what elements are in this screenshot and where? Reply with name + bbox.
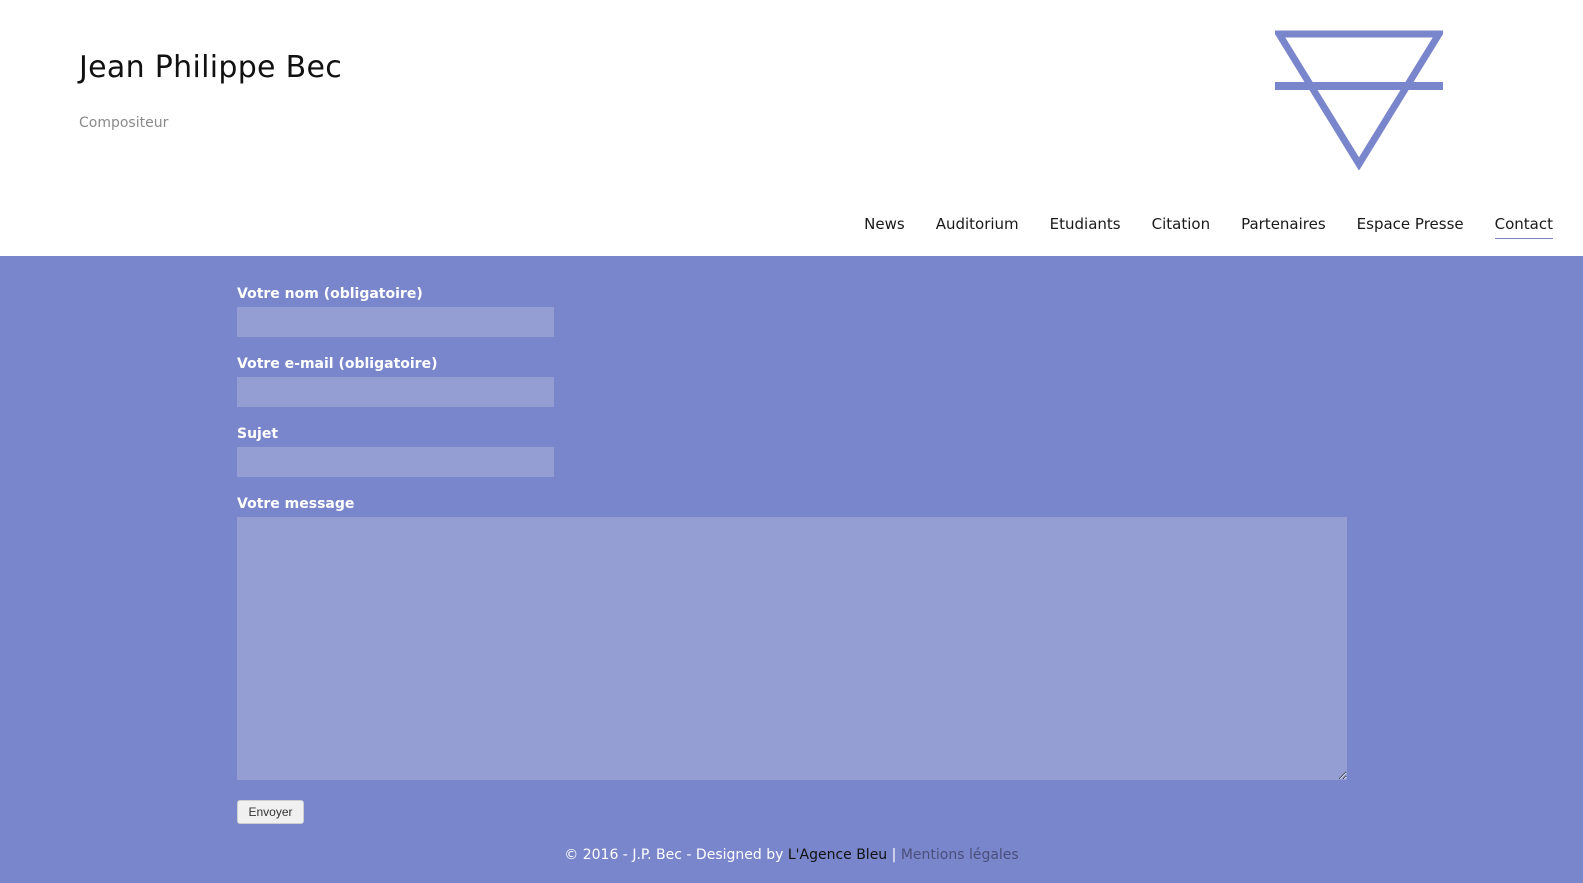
email-input[interactable] <box>237 377 554 407</box>
submit-button[interactable]: Envoyer <box>237 800 304 824</box>
subject-label: Sujet <box>237 426 279 442</box>
footer-separator: | <box>887 847 901 863</box>
subject-input[interactable] <box>237 447 554 477</box>
message-label: Votre message <box>237 496 355 512</box>
contact-form: Votre nom (obligatoire) Votre e-mail (ob… <box>237 286 1347 824</box>
nav-item-auditorium[interactable]: Auditorium <box>936 215 1019 239</box>
main-nav: News Auditorium Etudiants Citation Parte… <box>833 215 1553 239</box>
footer-agency-link[interactable]: L'Agence Bleu <box>788 847 887 863</box>
name-label: Votre nom (obligatoire) <box>237 286 423 302</box>
nav-item-espace-presse[interactable]: Espace Presse <box>1357 215 1464 239</box>
nav-item-news[interactable]: News <box>864 215 905 239</box>
site-title[interactable]: Jean Philippe Bec <box>79 50 342 85</box>
nav-item-partenaires[interactable]: Partenaires <box>1241 215 1326 239</box>
site-header: Jean Philippe Bec Compositeur News Audit… <box>0 0 1583 256</box>
site-footer: © 2016 - J.P. Bec - Designed by L'Agence… <box>0 847 1583 863</box>
name-input[interactable] <box>237 307 554 337</box>
nav-item-citation[interactable]: Citation <box>1152 215 1210 239</box>
alchemical-earth-triangle-icon[interactable] <box>1275 28 1443 170</box>
site-tagline: Compositeur <box>79 115 169 131</box>
footer-copyright: © 2016 - J.P. Bec - Designed by <box>564 847 788 863</box>
email-label: Votre e-mail (obligatoire) <box>237 356 438 372</box>
nav-item-contact[interactable]: Contact <box>1494 215 1553 239</box>
message-textarea[interactable] <box>237 517 1347 780</box>
nav-item-etudiants[interactable]: Etudiants <box>1050 215 1121 239</box>
footer-legal-link[interactable]: Mentions légales <box>901 847 1019 863</box>
